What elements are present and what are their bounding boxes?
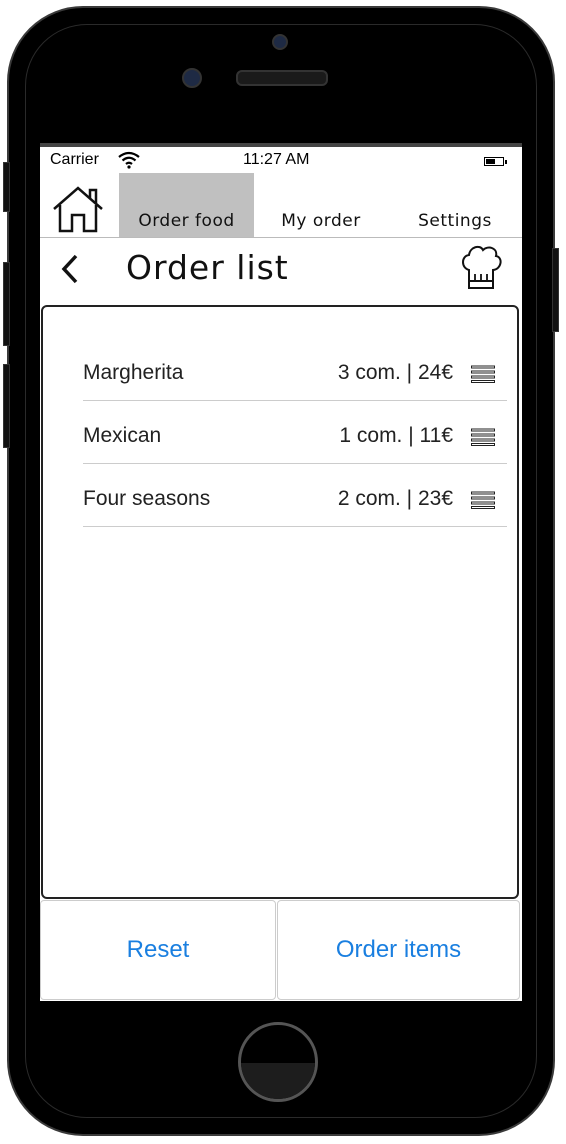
tab-bar: Order food My order Settings (40, 173, 522, 237)
battery-tip (505, 160, 507, 164)
earpiece-speaker (236, 70, 328, 86)
tab-settings[interactable]: Settings (388, 173, 522, 237)
battery-icon (484, 157, 504, 166)
back-icon[interactable] (58, 252, 82, 286)
order-items-button[interactable]: Order items (277, 900, 520, 1000)
chef-hat-icon[interactable] (460, 244, 502, 290)
order-row[interactable]: Margherita 3 com. | 24€ (83, 337, 507, 401)
app-screen: Carrier 11:27 AM Order food My order Set… (40, 143, 522, 1001)
drag-handle-icon[interactable] (471, 365, 495, 383)
home-icon[interactable] (52, 185, 104, 233)
wifi-icon (118, 151, 140, 169)
order-row[interactable]: Four seasons 2 com. | 23€ (83, 463, 507, 527)
order-item-quantity: 3 com. | 24€ (337, 361, 453, 384)
order-row[interactable]: Mexican 1 com. | 11€ (83, 400, 507, 464)
order-item-name: Mexican (83, 424, 162, 447)
carrier-label: Carrier (50, 151, 99, 168)
status-bar: Carrier 11:27 AM (40, 143, 522, 173)
tab-my-order[interactable]: My order (254, 173, 388, 237)
front-camera (272, 34, 288, 50)
order-item-quantity: 2 com. | 23€ (337, 487, 453, 510)
page-header: Order list (40, 237, 522, 307)
drag-handle-icon[interactable] (471, 428, 495, 446)
order-item-name: Four seasons (83, 487, 211, 510)
page-title: Order list (126, 248, 289, 287)
tab-order-food[interactable]: Order food (119, 173, 254, 237)
order-list: Margherita 3 com. | 24€ Mexican 1 com. |… (41, 305, 519, 899)
drag-handle-icon[interactable] (471, 491, 495, 509)
side-button-volume-up (3, 262, 10, 346)
home-button[interactable] (238, 1022, 318, 1102)
reset-button[interactable]: Reset (40, 900, 276, 1000)
side-button-volume-down (3, 364, 10, 448)
proximity-sensor (182, 68, 202, 88)
side-button-power (552, 248, 559, 332)
status-time: 11:27 AM (243, 151, 310, 168)
side-button-mute (3, 162, 10, 212)
order-item-name: Margherita (83, 361, 184, 384)
order-item-quantity: 1 com. | 11€ (339, 424, 453, 447)
